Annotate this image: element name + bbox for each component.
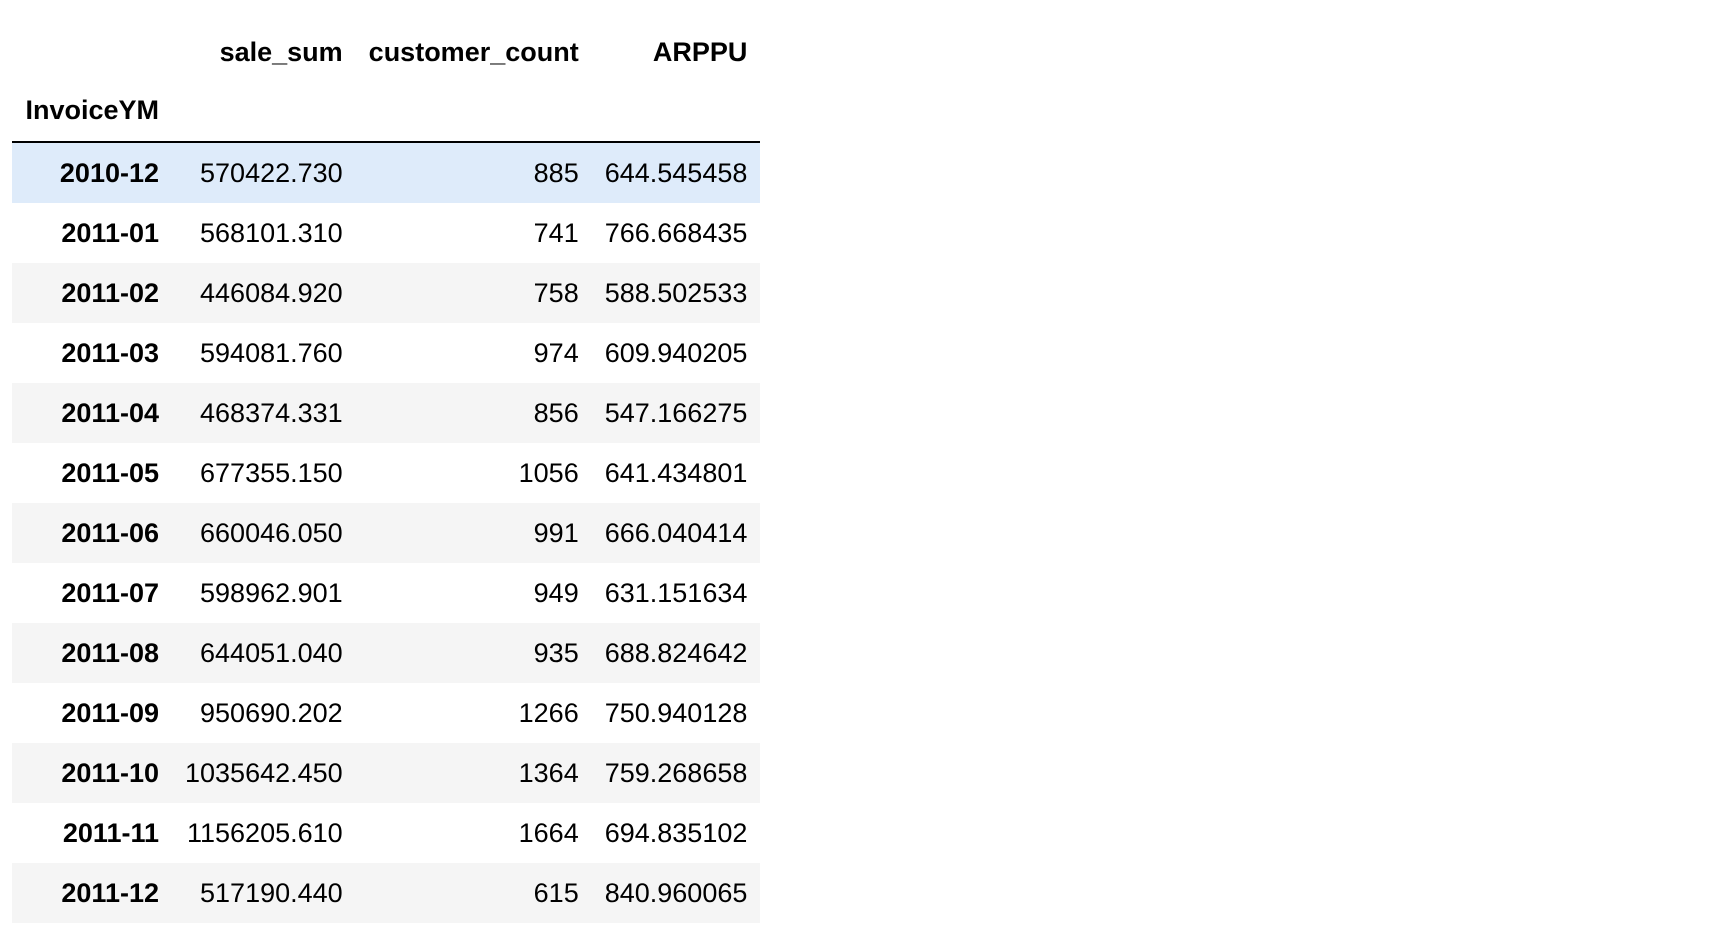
arppu-cell: 644.545458: [604, 158, 748, 188]
customer-count-cell: 1056: [518, 458, 579, 488]
table-row: 2011-11 1156205.610 1664 694.835102: [12, 803, 761, 863]
row-index-cell: 2011-01: [61, 218, 159, 248]
sale-sum-cell: 570422.730: [200, 158, 343, 188]
table-row: 2010-12 570422.730 885 644.545458: [12, 142, 761, 203]
sale-sum-cell: 517190.440: [200, 878, 343, 908]
table-row: 2011-03 594081.760 974 609.940205: [12, 323, 761, 383]
sale-sum-cell: 468374.331: [200, 398, 343, 428]
arppu-cell: 688.824642: [604, 638, 748, 668]
sale-sum-cell: 598962.901: [200, 578, 343, 608]
sale-sum-cell: 660046.050: [200, 518, 343, 548]
row-index-cell: 2011-10: [61, 758, 159, 788]
table-header: sale_sum customer_count ARPPU InvoiceYM: [12, 25, 761, 143]
customer-count-cell: 1664: [518, 818, 579, 848]
customer-count-cell: 935: [533, 638, 579, 668]
table-row: 2011-08 644051.040 935 688.824642: [12, 623, 761, 683]
arppu-cell: 766.668435: [604, 218, 748, 248]
table-row: 2011-10 1035642.450 1364 759.268658: [12, 743, 761, 803]
index-name-header: InvoiceYM: [12, 79, 172, 143]
sale-sum-cell: 568101.310: [200, 218, 343, 248]
customer-count-cell: 741: [533, 218, 579, 248]
empty-header-cell: [172, 79, 356, 143]
table-row: 2011-06 660046.050 991 666.040414: [12, 503, 761, 563]
arppu-cell: 641.434801: [604, 458, 748, 488]
empty-header-cell: [355, 79, 592, 143]
arppu-cell: 759.268658: [604, 758, 748, 788]
column-header-sale-sum: sale_sum: [219, 37, 343, 67]
sale-sum-cell: 446084.920: [200, 278, 343, 308]
row-index-cell: 2011-04: [61, 398, 159, 428]
customer-count-cell: 615: [533, 878, 579, 908]
customer-count-cell: 991: [533, 518, 579, 548]
row-index-cell: 2010-12: [59, 158, 159, 188]
arppu-cell: 694.835102: [604, 818, 748, 848]
empty-header-cell: [591, 79, 761, 143]
row-index-cell: 2011-03: [61, 338, 159, 368]
dataframe-output: sale_sum customer_count ARPPU InvoiceYM …: [12, 25, 761, 923]
customer-count-cell: 1266: [518, 698, 579, 728]
customer-count-cell: 1364: [518, 758, 579, 788]
sale-sum-cell: 594081.760: [200, 338, 343, 368]
customer-count-cell: 758: [533, 278, 579, 308]
table-row: 2011-07 598962.901 949 631.151634: [12, 563, 761, 623]
arppu-cell: 588.502533: [604, 278, 748, 308]
row-index-cell: 2011-12: [61, 878, 159, 908]
table-row: 2011-02 446084.920 758 588.502533: [12, 263, 761, 323]
row-index-cell: 2011-09: [61, 698, 159, 728]
customer-count-cell: 974: [533, 338, 579, 368]
column-header-arppu: ARPPU: [652, 37, 748, 67]
table-row: 2011-12 517190.440 615 840.960065: [12, 863, 761, 923]
column-header-customer-count: customer_count: [368, 37, 579, 67]
table-body: 2010-12 570422.730 885 644.545458 2011-01 568…: [12, 142, 761, 923]
arppu-cell: 840.960065: [604, 878, 748, 908]
index-corner-cell: [12, 25, 172, 79]
row-index-cell: 2011-08: [61, 638, 159, 668]
sale-sum-cell: 1035642.450: [185, 758, 343, 788]
row-index-cell: 2011-02: [61, 278, 159, 308]
dataframe-table: sale_sum customer_count ARPPU InvoiceYM …: [12, 25, 761, 923]
customer-count-cell: 885: [533, 158, 579, 188]
arppu-cell: 547.166275: [604, 398, 748, 428]
row-index-cell: 2011-05: [61, 458, 159, 488]
sale-sum-cell: 677355.150: [200, 458, 343, 488]
sale-sum-cell: 1156205.610: [187, 818, 343, 848]
table-row: 2011-04 468374.331 856 547.166275: [12, 383, 761, 443]
arppu-cell: 750.940128: [604, 698, 748, 728]
sale-sum-cell: 644051.040: [200, 638, 343, 668]
customer-count-cell: 949: [533, 578, 579, 608]
sale-sum-cell: 950690.202: [200, 698, 343, 728]
row-index-cell: 2011-07: [61, 578, 159, 608]
row-index-cell: 2011-11: [62, 818, 159, 848]
index-name-row: InvoiceYM: [12, 79, 761, 143]
arppu-cell: 666.040414: [604, 518, 748, 548]
customer-count-cell: 856: [533, 398, 579, 428]
table-row: 2011-09 950690.202 1266 750.940128: [12, 683, 761, 743]
arppu-cell: 609.940205: [604, 338, 748, 368]
table-row: 2011-05 677355.150 1056 641.434801: [12, 443, 761, 503]
table-row: 2011-01 568101.310 741 766.668435: [12, 203, 761, 263]
column-header-row: sale_sum customer_count ARPPU: [12, 25, 760, 79]
arppu-cell: 631.151634: [604, 578, 748, 608]
row-index-cell: 2011-06: [61, 518, 159, 548]
